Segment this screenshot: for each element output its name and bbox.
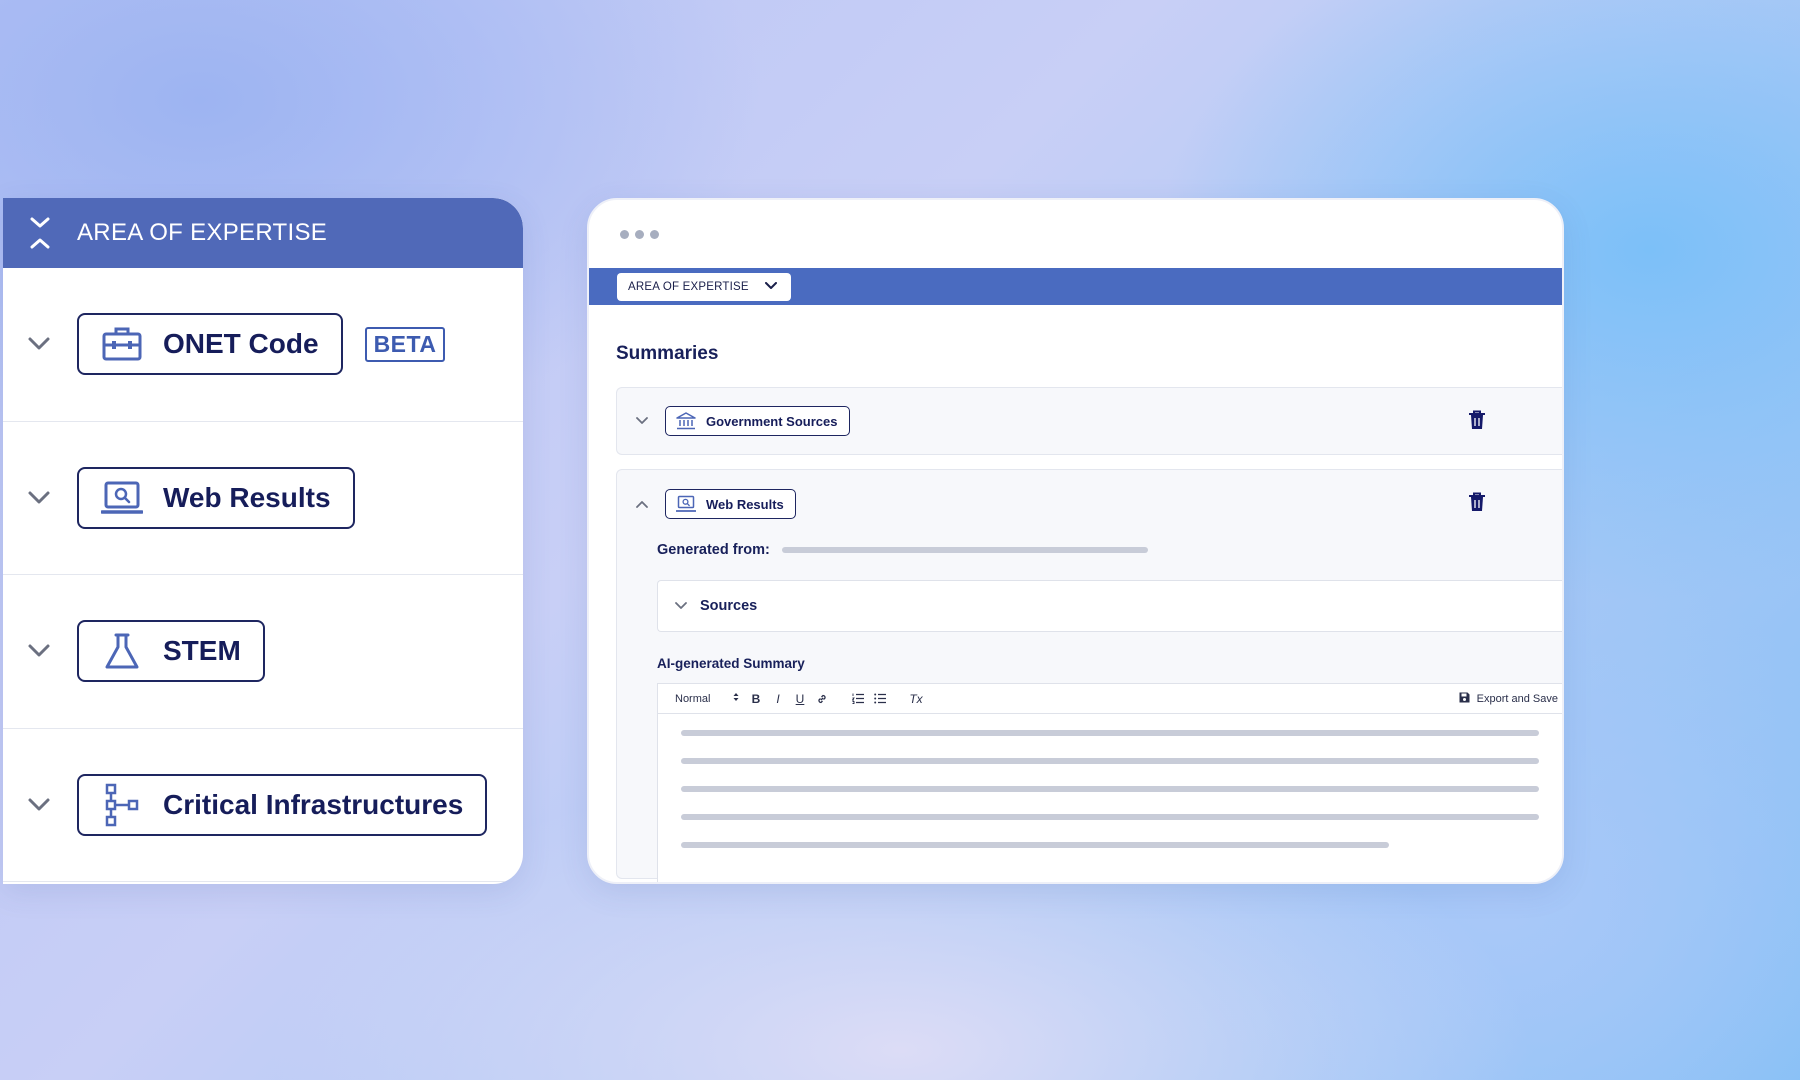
window-body: Summaries Government Sources Web Results…	[589, 305, 1562, 882]
area-of-expertise-select[interactable]: AREA OF EXPERTISE	[617, 272, 791, 301]
trash-icon[interactable]	[1468, 410, 1486, 432]
text-line-placeholder	[681, 730, 1539, 736]
collapse-all-icon[interactable]	[27, 215, 53, 251]
export-label: Export and Save	[1476, 693, 1558, 705]
ordered-list-icon[interactable]	[847, 689, 869, 709]
window-toolbar: AREA OF EXPERTISE	[589, 268, 1562, 305]
updown-arrows-icon	[733, 692, 739, 705]
onet-code-tag[interactable]: ONET Code	[77, 313, 343, 376]
web-results-tag[interactable]: Web Results	[665, 489, 796, 519]
critical-infrastructures-tag[interactable]: Critical Infrastructures	[77, 773, 488, 836]
government-sources-tag[interactable]: Government Sources	[665, 406, 850, 436]
tag-label: STEM	[163, 635, 241, 667]
format-select[interactable]: Normal	[675, 692, 745, 705]
generated-from-label: Generated from:	[657, 542, 770, 558]
summary-editor[interactable]: Normal B I U Tx Export and Save	[657, 683, 1562, 882]
trash-icon[interactable]	[1468, 492, 1486, 514]
laptop-search-icon	[101, 477, 143, 519]
tag-label: ONET Code	[163, 328, 319, 360]
chevron-down-icon[interactable]	[23, 789, 55, 821]
select-label: AREA OF EXPERTISE	[628, 280, 749, 293]
summaries-window: AREA OF EXPERTISE Summaries Government S…	[587, 198, 1564, 884]
ai-summary-label: AI-generated Summary	[657, 656, 805, 671]
briefcase-icon	[101, 323, 143, 365]
flask-icon	[101, 630, 143, 672]
beta-badge: BETA	[364, 326, 446, 362]
area-of-expertise-panel: AREA OF EXPERTISE ONET Code BETA Web Res…	[3, 198, 523, 884]
summary-text-placeholder	[658, 714, 1562, 848]
card-header[interactable]: Web Results	[617, 470, 1562, 538]
summary-card-government-sources: Government Sources	[616, 387, 1562, 455]
format-select-value: Normal	[675, 692, 711, 705]
editor-toolbar: Normal B I U Tx Export and Save	[658, 684, 1562, 714]
bold-button[interactable]: B	[745, 689, 767, 709]
bullet-list-icon[interactable]	[869, 689, 891, 709]
web-results-tag[interactable]: Web Results	[77, 466, 355, 529]
text-line-placeholder	[681, 758, 1539, 764]
card-header[interactable]: Government Sources	[617, 388, 1562, 454]
tag-label: Web Results	[706, 496, 784, 512]
window-dots	[620, 230, 659, 239]
chevron-down-icon	[764, 281, 777, 293]
generated-from-placeholder	[781, 547, 1148, 553]
chevron-up-icon[interactable]	[631, 493, 653, 515]
link-icon[interactable]	[811, 689, 833, 709]
stem-tag[interactable]: STEM	[77, 620, 265, 683]
save-icon	[1459, 692, 1470, 706]
window-dot	[635, 230, 644, 239]
expertise-row-stem: STEM	[3, 575, 523, 729]
export-and-save-button[interactable]: Export and Save	[1459, 684, 1558, 714]
sources-accordion[interactable]: Sources	[657, 580, 1562, 632]
panel-title: AREA OF EXPERTISE	[77, 219, 328, 246]
italic-button[interactable]: I	[767, 689, 789, 709]
tag-label: Critical Infrastructures	[163, 788, 464, 820]
underline-button[interactable]: U	[789, 689, 811, 709]
tag-label: Web Results	[163, 481, 331, 513]
expertise-row-critical-infrastructures: Critical Infrastructures	[3, 729, 523, 882]
chevron-down-icon[interactable]	[23, 328, 55, 360]
chevron-down-icon[interactable]	[672, 597, 690, 615]
generated-from-row: Generated from:	[617, 542, 1562, 558]
hierarchy-icon	[101, 783, 143, 826]
summary-card-web-results: Web Results Generated from: Sources AI-g…	[616, 469, 1562, 882]
window-dot	[620, 230, 629, 239]
tag-label: Government Sources	[706, 413, 838, 429]
bank-icon	[676, 411, 696, 431]
text-line-placeholder	[681, 842, 1389, 848]
summaries-title: Summaries	[616, 343, 719, 364]
text-line-placeholder	[681, 786, 1539, 792]
text-line-placeholder	[681, 814, 1539, 820]
chevron-down-icon[interactable]	[23, 635, 55, 667]
expertise-row-onet: ONET Code BETA	[3, 268, 523, 422]
expertise-row-web-results: Web Results	[3, 422, 523, 575]
chevron-down-icon[interactable]	[23, 482, 55, 514]
sources-label: Sources	[700, 598, 758, 614]
panel-header: AREA OF EXPERTISE	[3, 198, 523, 268]
clear-format-button[interactable]: Tx	[905, 689, 927, 709]
chevron-down-icon[interactable]	[631, 410, 653, 432]
window-titlebar	[589, 200, 1562, 268]
laptop-search-icon	[676, 494, 696, 514]
window-dot	[650, 230, 659, 239]
